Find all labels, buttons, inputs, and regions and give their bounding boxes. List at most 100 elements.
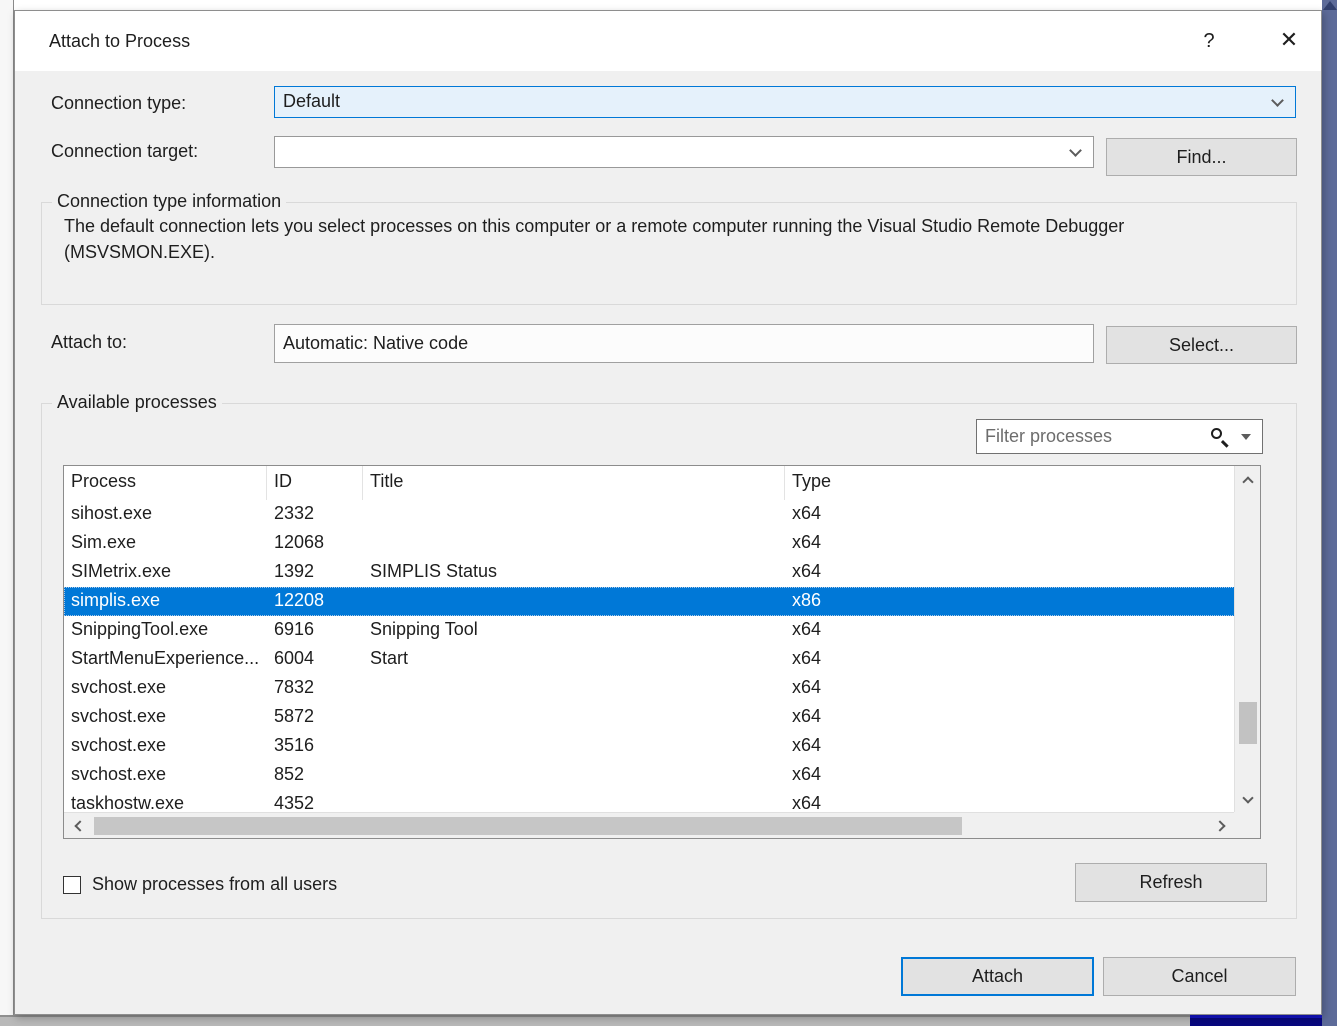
table-row[interactable]: taskhostw.exe 4352 x64 xyxy=(64,790,1235,814)
cell-type: x64 xyxy=(785,616,1235,645)
cell-title: Snipping Tool xyxy=(363,616,785,645)
dialog-titlebar: Attach to Process ? ✕ xyxy=(15,11,1321,71)
column-header-id[interactable]: ID xyxy=(267,466,363,500)
refresh-button[interactable]: Refresh xyxy=(1075,863,1267,902)
show-all-users-checkbox[interactable] xyxy=(63,876,81,894)
scroll-up-icon[interactable] xyxy=(1242,476,1253,487)
cell-process: taskhostw.exe xyxy=(64,790,267,814)
background-scroll-up-icon xyxy=(1323,1,1337,10)
cell-process: sihost.exe xyxy=(64,500,267,529)
cell-id: 12068 xyxy=(267,529,363,558)
cell-type: x64 xyxy=(785,500,1235,529)
connection-type-info-title: Connection type information xyxy=(52,191,286,212)
attach-to-label: Attach to: xyxy=(51,332,127,353)
chevron-down-icon xyxy=(1069,144,1082,157)
close-icon[interactable]: ✕ xyxy=(1269,25,1309,57)
connection-type-value: Default xyxy=(283,91,340,112)
scroll-right-icon[interactable] xyxy=(1214,820,1225,831)
cell-process: svchost.exe xyxy=(64,761,267,790)
cell-process: SIMetrix.exe xyxy=(64,558,267,587)
background-app-bottom-strip xyxy=(0,1015,1322,1026)
cell-id: 12208 xyxy=(267,587,363,616)
scrollbar-corner xyxy=(1234,812,1260,838)
connection-type-info-line2: (MSVSMON.EXE). xyxy=(64,242,215,263)
scroll-down-icon[interactable] xyxy=(1242,792,1253,803)
table-row[interactable]: SIMetrix.exe 1392 SIMPLIS Status x64 xyxy=(64,558,1235,587)
connection-type-label: Connection type: xyxy=(51,93,186,114)
vertical-scrollbar[interactable] xyxy=(1234,466,1260,814)
cell-process: Sim.exe xyxy=(64,529,267,558)
table-row[interactable]: svchost.exe 5872 x64 xyxy=(64,703,1235,732)
cancel-button[interactable]: Cancel xyxy=(1103,957,1296,996)
table-row[interactable]: SnippingTool.exe 6916 Snipping Tool x64 xyxy=(64,616,1235,645)
cell-title xyxy=(363,703,785,732)
attach-to-value: Automatic: Native code xyxy=(283,333,468,354)
select-button[interactable]: Select... xyxy=(1106,326,1297,364)
cell-process: svchost.exe xyxy=(64,703,267,732)
connection-type-dropdown[interactable]: Default xyxy=(274,86,1296,118)
process-table-header: Process ID Title Type xyxy=(64,466,1235,500)
table-row[interactable]: Sim.exe 12068 x64 xyxy=(64,529,1235,558)
cell-id: 6004 xyxy=(267,645,363,674)
cell-id: 3516 xyxy=(267,732,363,761)
cell-process: svchost.exe xyxy=(64,732,267,761)
cell-type: x64 xyxy=(785,558,1235,587)
cell-title xyxy=(363,529,785,558)
cell-title: Start xyxy=(363,645,785,674)
chevron-down-icon xyxy=(1271,94,1284,107)
background-app-left-strip xyxy=(0,0,14,1026)
cell-title: SIMPLIS Status xyxy=(363,558,785,587)
cell-type: x64 xyxy=(785,703,1235,732)
cell-title xyxy=(363,500,785,529)
cell-title xyxy=(363,587,785,616)
help-icon[interactable]: ? xyxy=(1189,25,1229,57)
column-header-title[interactable]: Title xyxy=(363,466,785,500)
scroll-left-icon[interactable] xyxy=(74,820,85,831)
table-row[interactable]: svchost.exe 3516 x64 xyxy=(64,732,1235,761)
cell-id: 2332 xyxy=(267,500,363,529)
table-row[interactable]: StartMenuExperience... 6004 Start x64 xyxy=(64,645,1235,674)
cell-title xyxy=(363,732,785,761)
cell-id: 4352 xyxy=(267,790,363,814)
connection-type-info-group: Connection type information The default … xyxy=(41,202,1297,305)
filter-options-caret-icon[interactable] xyxy=(1241,434,1251,440)
available-processes-title: Available processes xyxy=(52,392,222,413)
filter-processes-input[interactable] xyxy=(985,423,1185,450)
connection-target-dropdown[interactable] xyxy=(274,136,1094,168)
dialog-title: Attach to Process xyxy=(49,31,190,52)
cell-type: x64 xyxy=(785,732,1235,761)
cell-process: SnippingTool.exe xyxy=(64,616,267,645)
search-icon[interactable] xyxy=(1211,428,1222,439)
vertical-scrollbar-thumb[interactable] xyxy=(1239,702,1257,744)
connection-target-label: Connection target: xyxy=(51,141,198,162)
cell-type: x64 xyxy=(785,761,1235,790)
attach-button[interactable]: Attach xyxy=(901,957,1094,996)
process-table: Process ID Title Type sihost.exe 2332 x6… xyxy=(63,465,1261,839)
filter-processes-box xyxy=(976,419,1263,454)
cell-id: 1392 xyxy=(267,558,363,587)
background-app-top-strip xyxy=(14,0,1322,10)
table-row[interactable]: svchost.exe 852 x64 xyxy=(64,761,1235,790)
cell-id: 5872 xyxy=(267,703,363,732)
find-button[interactable]: Find... xyxy=(1106,138,1297,176)
table-row[interactable]: sihost.exe 2332 x64 xyxy=(64,500,1235,529)
horizontal-scrollbar-thumb[interactable] xyxy=(94,817,962,835)
cell-id: 6916 xyxy=(267,616,363,645)
connection-type-info-line1: The default connection lets you select p… xyxy=(64,216,1124,237)
column-header-type[interactable]: Type xyxy=(785,466,1235,500)
cell-type: x64 xyxy=(785,645,1235,674)
cell-type: x86 xyxy=(785,587,1235,616)
cell-title xyxy=(363,674,785,703)
table-row[interactable]: simplis.exe 12208 x86 xyxy=(64,587,1235,616)
attach-to-field[interactable]: Automatic: Native code xyxy=(274,324,1094,363)
process-table-rows: sihost.exe 2332 x64 Sim.exe 12068 x64 SI… xyxy=(64,500,1235,814)
table-row[interactable]: svchost.exe 7832 x64 xyxy=(64,674,1235,703)
background-app-statusbar-fragment xyxy=(1190,1015,1322,1026)
cell-type: x64 xyxy=(785,674,1235,703)
show-all-users-label: Show processes from all users xyxy=(92,874,337,895)
cell-process: StartMenuExperience... xyxy=(64,645,267,674)
cell-process: simplis.exe xyxy=(64,587,267,616)
column-header-process[interactable]: Process xyxy=(64,466,267,500)
cell-type: x64 xyxy=(785,790,1235,814)
horizontal-scrollbar[interactable] xyxy=(64,812,1236,838)
